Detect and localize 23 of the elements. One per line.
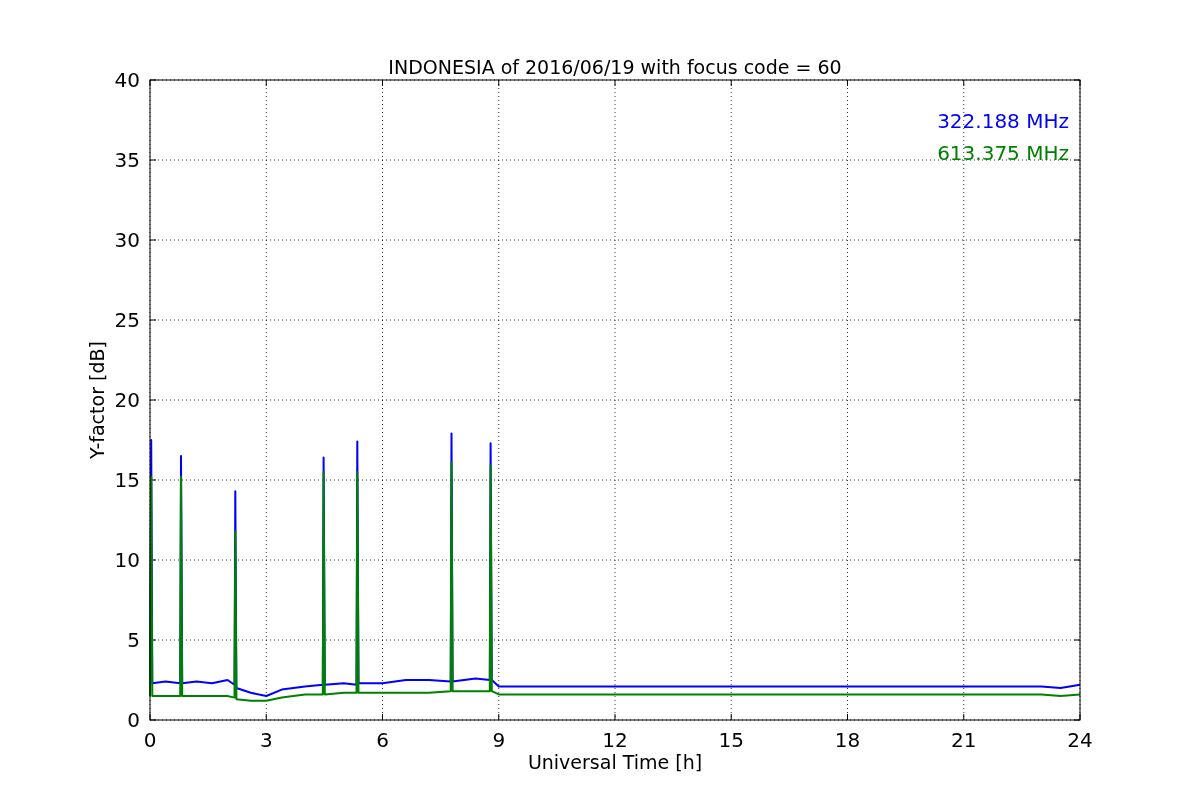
y-axis-label: Y-factor [dB]: [86, 341, 108, 459]
y-tick-label: 5: [127, 628, 140, 652]
chart-title: INDONESIA of 2016/06/19 with focus code = 60: [388, 56, 842, 78]
x-tick-label: 0: [143, 728, 157, 752]
y-tick-label: 30: [114, 228, 140, 252]
x-tick-label: 24: [1067, 728, 1093, 752]
y-tick-label: 40: [114, 68, 140, 92]
y-tick-label: 10: [114, 548, 140, 572]
y-tick-label: 20: [114, 388, 140, 412]
x-tick-label: 15: [718, 728, 744, 752]
x-tick-label: 9: [492, 728, 506, 752]
x-tick-label: 18: [834, 728, 861, 752]
legend-label: 613.375 MHz: [937, 141, 1069, 165]
y-tick-label: 15: [114, 468, 140, 492]
legend-label: 322.188 MHz: [937, 109, 1069, 133]
x-tick-label: 12: [602, 728, 628, 752]
y-tick-label: 25: [114, 308, 140, 332]
x-tick-label: 6: [376, 728, 389, 752]
y-tick-label: 0: [127, 708, 140, 732]
x-axis-label: Universal Time [h]: [527, 751, 703, 773]
x-tick-label: 21: [951, 728, 977, 752]
x-tick-label: 3: [259, 728, 273, 752]
y-tick-label: 35: [114, 148, 140, 172]
